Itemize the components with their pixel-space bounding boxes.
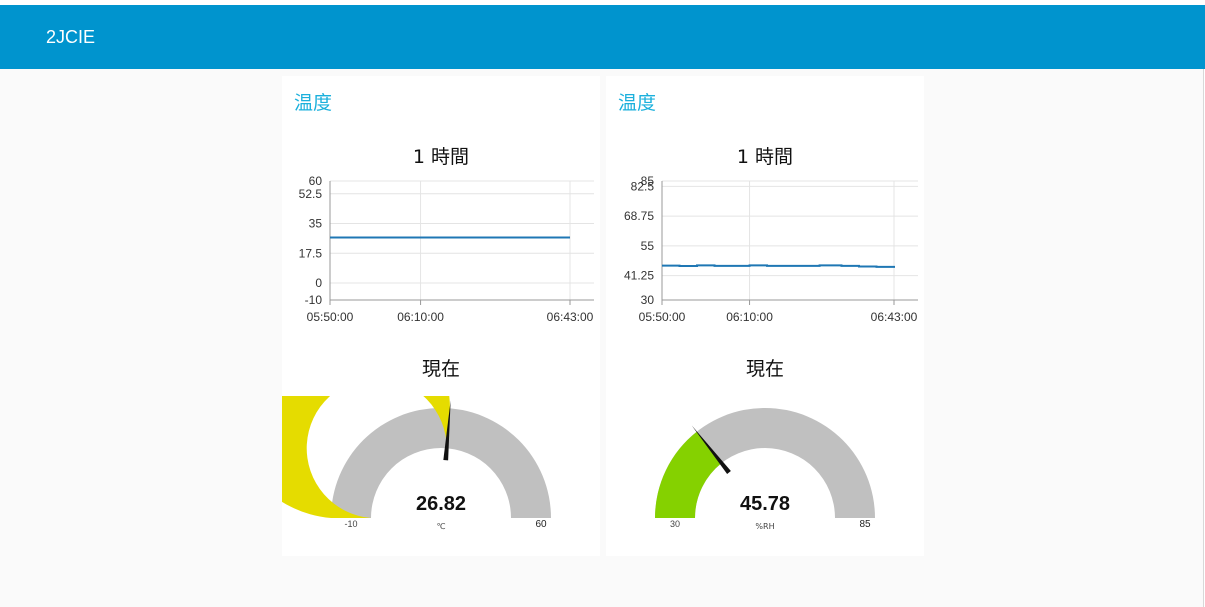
card-title: 温度 xyxy=(618,92,657,114)
humidity-card: 温度 1 時間 85 82.5 68.75 55 41.25 30 05:50:00 06:1… xyxy=(606,76,924,556)
chart-label: 1 時間 xyxy=(736,146,794,168)
app-title: 2JCIE xyxy=(46,27,96,47)
gauge-max-label: 85 xyxy=(859,519,871,530)
y-tick-label: 41.25 xyxy=(624,269,654,283)
gauge-value: 45.78 xyxy=(740,493,790,515)
temperature-gauge: 26.82 ℃ -10 60 xyxy=(282,396,551,531)
x-tick-label: 06:43:00 xyxy=(871,310,918,324)
temperature-line-chart[interactable]: 6052.53517.50-1005:50:00 06:10:00 06:43:00 xyxy=(282,176,600,336)
humidity-gauge: 45.78 %RH 30 85 xyxy=(655,407,875,531)
series-line xyxy=(662,264,895,268)
y-tick-label: 30 xyxy=(641,293,655,307)
x-tick-label: 06:10:00 xyxy=(726,310,773,324)
x-tick-label: 06:43:00 xyxy=(547,310,594,324)
x-tick-label: 05:50:00 xyxy=(639,310,686,324)
y-tick-label: 35 xyxy=(309,217,323,231)
humidity-line-chart[interactable]: 8582.568.755541.253005:50:00 06:10:00 06:4… xyxy=(606,176,924,336)
gauge-label: 現在 xyxy=(745,358,784,380)
dashboard-area xyxy=(0,69,1204,607)
y-tick-label: 0 xyxy=(315,276,322,290)
gauge-min-label: -10 xyxy=(344,519,357,529)
y-tick-label: 68.75 xyxy=(624,209,654,223)
gauge-value: 26.82 xyxy=(416,493,466,515)
gauge-label: 現在 xyxy=(421,358,460,380)
chart-label: 1 時間 xyxy=(412,146,470,168)
x-tick-label: 06:10:00 xyxy=(397,310,444,324)
gauge-max-label: 60 xyxy=(535,519,547,530)
y-tick-label: -10 xyxy=(305,293,323,307)
x-tick-label: 05:50:00 xyxy=(307,310,354,324)
y-tick-label: 82.5 xyxy=(631,179,655,193)
y-tick-label: 17.5 xyxy=(299,246,323,260)
app-header: 2JCIE xyxy=(0,5,1205,69)
y-tick-label: 55 xyxy=(641,239,655,253)
temperature-card: 温度 1 時間 60 52.5 35 17.5 0 -10 05:50:00 06:10:00… xyxy=(282,76,600,556)
gauge-unit: %RH xyxy=(755,522,774,531)
gauge-min-label: 30 xyxy=(670,519,680,529)
card-title: 温度 xyxy=(294,92,333,114)
y-tick-label: 52.5 xyxy=(299,187,323,201)
gauge-unit: ℃ xyxy=(437,522,446,531)
